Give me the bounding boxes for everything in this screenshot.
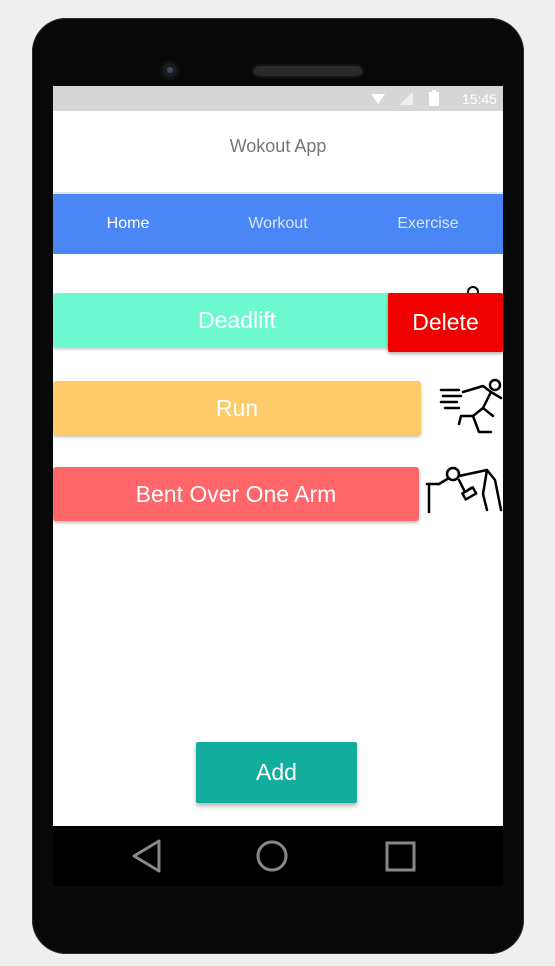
- delete-button[interactable]: Delete: [388, 293, 503, 352]
- exercise-label: Bent Over One Arm: [135, 480, 337, 507]
- app-title: Wokout App: [229, 136, 327, 156]
- battery-icon: [429, 90, 439, 111]
- wifi-icon: [371, 92, 385, 110]
- home-icon[interactable]: [255, 838, 289, 879]
- exercise-row-run[interactable]: Run: [53, 381, 421, 435]
- screen: 15:45 Wokout App Home Workout Exercise D…: [53, 86, 503, 886]
- tab-exercise[interactable]: Exercise: [353, 215, 503, 233]
- exercise-label: Deadlift: [198, 306, 276, 333]
- tab-bar: Home Workout Exercise: [53, 192, 503, 254]
- status-bar: 15:45: [53, 86, 503, 111]
- front-camera: [163, 63, 177, 77]
- runner-icon: [439, 376, 503, 443]
- recents-icon[interactable]: [383, 838, 417, 879]
- tab-home[interactable]: Home: [53, 215, 203, 233]
- signal-icon: [399, 92, 413, 110]
- back-icon[interactable]: [130, 838, 164, 879]
- earpiece-speaker: [254, 66, 362, 76]
- bent-over-row-icon: [425, 466, 503, 521]
- exercise-label: Run: [215, 394, 259, 421]
- exercise-row-bent-over-one-arm[interactable]: Bent Over One Arm: [53, 467, 419, 521]
- navigation-bar: [53, 826, 503, 886]
- tab-workout[interactable]: Workout: [203, 215, 353, 233]
- status-time: 15:45: [461, 91, 497, 107]
- add-button[interactable]: Add: [196, 742, 357, 803]
- exercise-row-deadlift[interactable]: Deadlift: [53, 293, 421, 347]
